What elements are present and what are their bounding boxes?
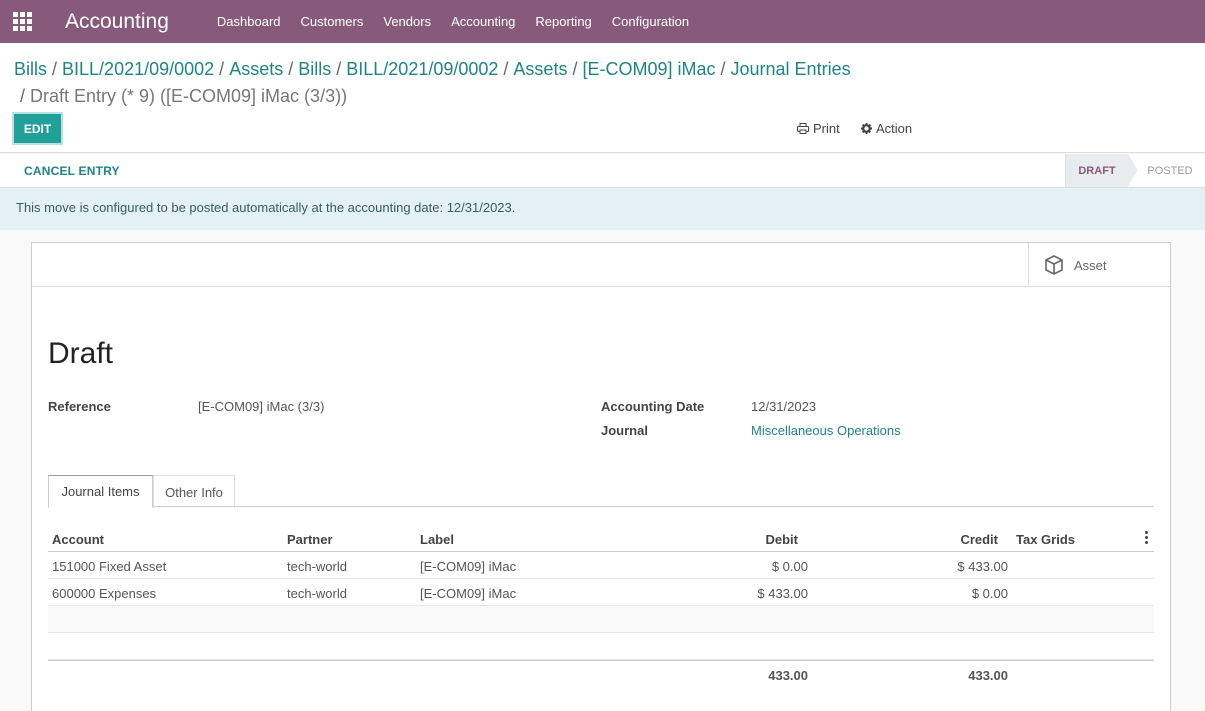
form-sheet: Asset Draft Reference [E-COM09] iMac (3/…: [31, 242, 1171, 711]
breadcrumb-bills-2[interactable]: Bills: [298, 59, 331, 79]
print-label: Print: [813, 121, 840, 136]
col-partner[interactable]: Partner: [287, 532, 333, 547]
top-navbar: Accounting Dashboard Customers Vendors A…: [0, 0, 1205, 43]
breadcrumb-assets-2[interactable]: Assets: [513, 59, 567, 79]
edit-button[interactable]: EDIT: [14, 114, 61, 143]
empty-row: [48, 633, 1154, 660]
reference-value: [E-COM09] iMac (3/3): [198, 399, 325, 414]
row-credit: $ 433.00: [957, 559, 1008, 574]
breadcrumb-bills[interactable]: Bills: [14, 59, 47, 79]
tab-other-info[interactable]: Other Info: [153, 475, 235, 508]
cube-icon: [1045, 255, 1063, 275]
breadcrumb-asset-record[interactable]: [E-COM09] iMac: [582, 59, 715, 79]
row-account: 600000 Expenses: [52, 586, 157, 601]
breadcrumb-journal-entries[interactable]: Journal Entries: [731, 59, 851, 79]
total-debit: 433.00: [768, 668, 808, 683]
row-debit: $ 433.00: [757, 586, 808, 601]
table-header: Account Partner Label Debit Credit Tax G…: [48, 525, 1154, 552]
menu-item-dashboard[interactable]: Dashboard: [207, 14, 291, 29]
totals-row: 433.00 433.00: [48, 660, 1154, 688]
reference-label: Reference: [48, 399, 111, 414]
breadcrumb-assets[interactable]: Assets: [229, 59, 283, 79]
row-debit: $ 0.00: [771, 559, 808, 574]
print-button[interactable]: Print: [797, 121, 840, 136]
col-credit[interactable]: Credit: [960, 532, 998, 547]
table-row[interactable]: 600000 Expenses tech-world [E-COM09] iMa…: [48, 579, 1154, 606]
col-debit[interactable]: Debit: [766, 532, 799, 547]
empty-row: [48, 606, 1154, 633]
app-title[interactable]: Accounting: [65, 10, 169, 34]
row-partner: tech-world: [287, 559, 347, 574]
journal-link[interactable]: Miscellaneous Operations: [751, 423, 901, 438]
smart-button-box: Asset: [32, 243, 1170, 287]
journal-label: Journal: [601, 423, 648, 438]
statusbar: CANCEL ENTRY DRAFT POSTED: [0, 154, 1205, 188]
menu-item-customers[interactable]: Customers: [291, 14, 374, 29]
accounting-date-value: 12/31/2023: [751, 399, 817, 414]
menu-item-configuration[interactable]: Configuration: [602, 14, 699, 29]
stage-arrow: [1128, 154, 1138, 186]
accounting-date-label: Accounting Date: [601, 399, 705, 414]
control-panel: Bills / BILL/2021/09/0002/Assets / Bills / BIL…: [0, 43, 1205, 153]
table-row[interactable]: 151000 Fixed Asset tech-world [E-COM09] …: [48, 552, 1154, 579]
menu-item-accounting[interactable]: Accounting: [441, 14, 525, 29]
stage-posted[interactable]: POSTED: [1140, 154, 1200, 187]
tab-journal-items[interactable]: Journal Items: [48, 475, 153, 508]
cancel-entry-button[interactable]: CANCEL ENTRY: [24, 164, 120, 178]
optional-columns-icon[interactable]: [1145, 531, 1148, 544]
col-tax-grids[interactable]: Tax Grids: [1016, 532, 1075, 547]
action-label: Action: [876, 121, 913, 136]
apps-menu-icon[interactable]: [13, 12, 33, 32]
breadcrumb: Bills / BILL/2021/09/0002/Assets / Bills / BIL…: [14, 59, 851, 106]
menu-item-reporting[interactable]: Reporting: [525, 14, 601, 29]
asset-smart-button[interactable]: Asset: [1028, 243, 1170, 287]
row-account: 151000 Fixed Asset: [52, 559, 167, 574]
print-icon: [797, 123, 809, 134]
gear-icon: [861, 123, 872, 134]
notebook-tabs: Journal Items Other Info: [48, 475, 1154, 508]
entry-title: Draft: [48, 337, 114, 370]
row-label: [E-COM09] iMac: [420, 586, 517, 601]
col-label[interactable]: Label: [420, 532, 454, 547]
breadcrumb-current: Draft Entry (* 9) ([E-COM09] iMac (3/3)): [30, 86, 348, 106]
action-button[interactable]: Action: [861, 121, 912, 136]
menu-item-vendors[interactable]: Vendors: [373, 14, 441, 29]
asset-button-label: Asset: [1074, 257, 1107, 273]
breadcrumb-bill-2[interactable]: BILL/2021/09/0002: [346, 59, 498, 79]
stage-draft[interactable]: DRAFT: [1065, 154, 1128, 187]
breadcrumb-bill[interactable]: BILL/2021/09/0002: [62, 59, 214, 79]
auto-post-alert: This move is configured to be posted aut…: [0, 188, 1205, 230]
row-credit: $ 0.00: [971, 586, 1008, 601]
row-label: [E-COM09] iMac: [420, 559, 517, 574]
main-menu: Dashboard Customers Vendors Accounting R…: [207, 14, 699, 29]
row-partner: tech-world: [287, 586, 347, 601]
journal-items-table: Account Partner Label Debit Credit Tax G…: [48, 525, 1154, 688]
col-account[interactable]: Account: [52, 532, 104, 547]
total-credit: 433.00: [968, 668, 1008, 683]
